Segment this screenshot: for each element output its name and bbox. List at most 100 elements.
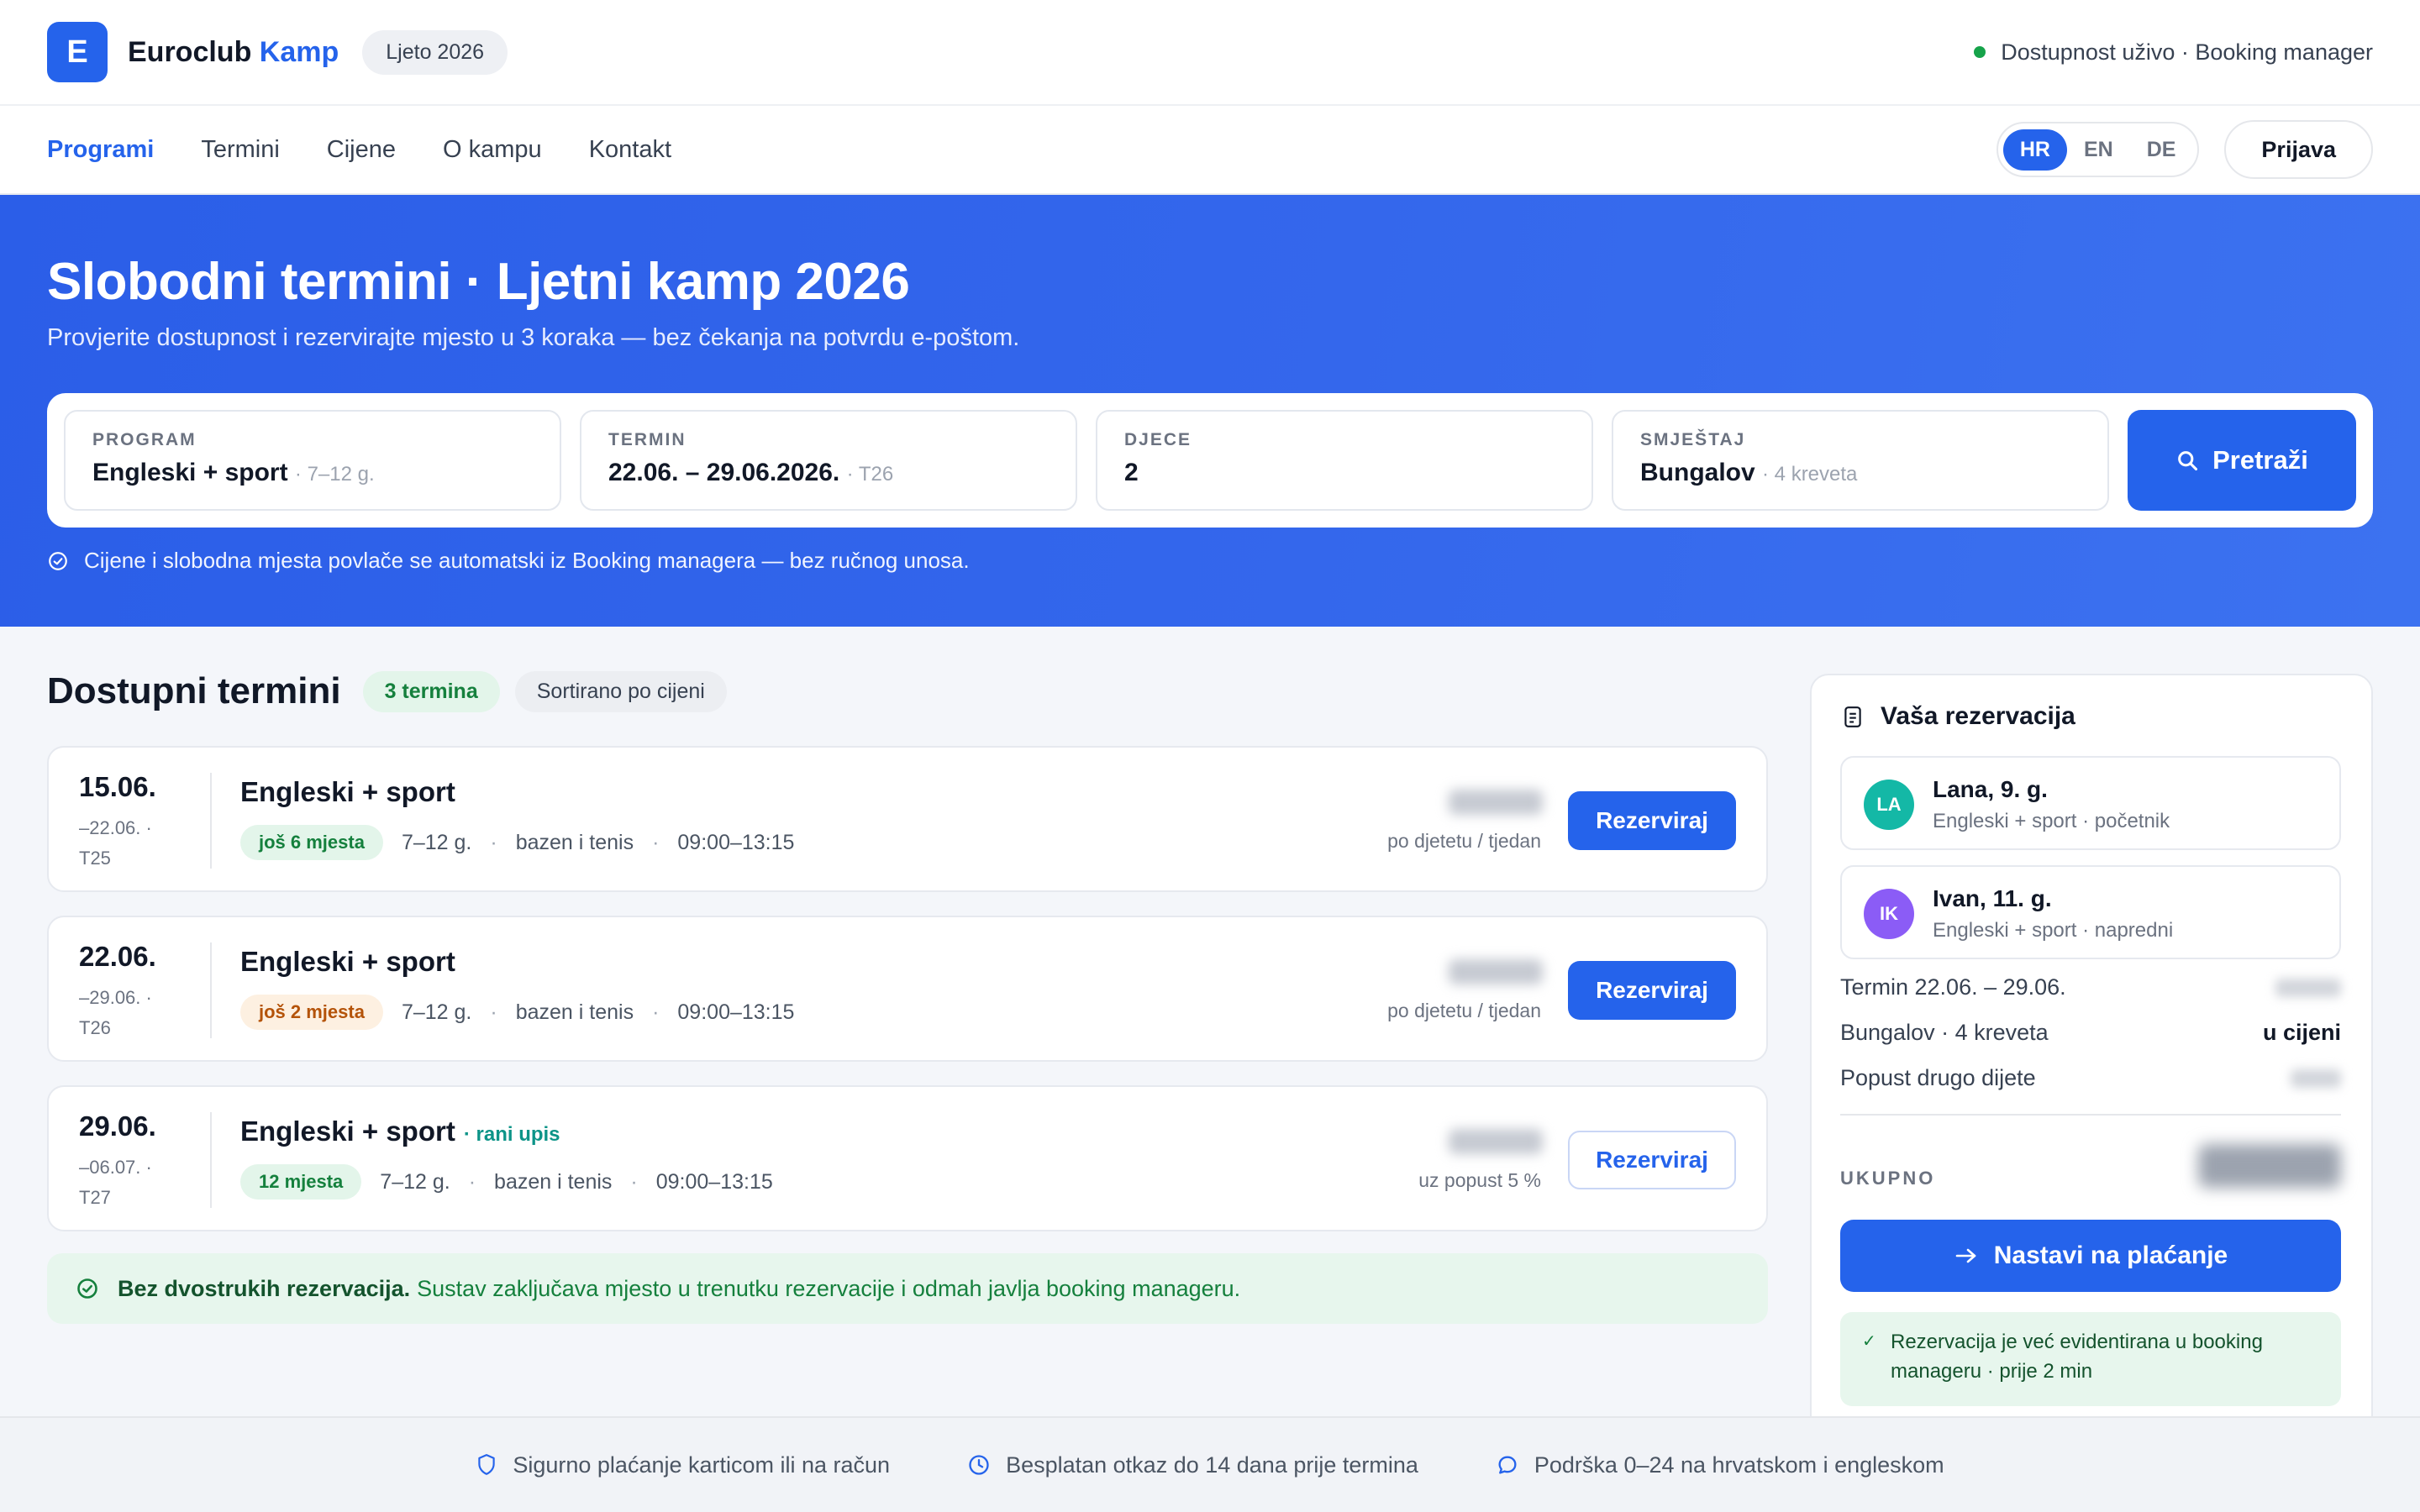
nav-item-o-kampu[interactable]: O kampu [443,136,542,164]
availability-badge: još 2 mjesta [240,995,383,1030]
price-blurred [1449,790,1543,815]
reservation-header: Vaša rezervacija [1842,702,2075,731]
term-program: Engleski + sport · rani upis [240,1116,560,1147]
shield-icon [478,1454,496,1475]
footer-trust-bar: Sigurno plaćanje karticom ili na račun B… [0,1416,2420,1512]
term-card: 29.06. –06.07. · T27 Engleski + sport · ra… [47,1085,1768,1231]
brand-primary: Euroclub [128,35,252,68]
avatar: LA [1864,780,1914,830]
separator: · [490,1000,497,1024]
lang-hr[interactable]: HR [2002,129,2067,171]
footer-text: Sigurno plaćanje karticom ili na račun [513,1452,891,1478]
children-value: 2 [1124,459,1139,486]
term-hours: 09:00–13:15 [655,1169,773,1194]
live-status-text: Dostupnost uživo · Booking manager [2001,39,2373,65]
term-start-date: 29.06. [79,1110,156,1142]
login-button[interactable]: Prijava [2224,120,2373,179]
separator: · [468,1169,476,1194]
search-button[interactable]: Pretraži [2128,410,2356,511]
footer-text: Podrška 0–24 na hrvatskom i engleskom [1534,1452,1944,1478]
price-blurred [1449,959,1543,984]
term-activity: bazen i tenis [494,1169,613,1194]
check-icon: ✓ [1862,1332,1876,1351]
nav-item-termini[interactable]: Termini [201,136,279,164]
term-activity: bazen i tenis [515,830,634,854]
season-badge: Ljeto 2026 [362,29,508,75]
nav-item-kontakt[interactable]: Kontakt [589,136,671,164]
accommodation-select[interactable]: SMJEŠTAJ Bungalov · 4 kreveta [1612,410,2109,511]
book-button[interactable]: Rezerviraj [1568,1131,1736,1189]
summary-line-discount: Popust drugo dijete [1840,1065,2341,1091]
sync-note-text: Cijene i slobodna mjesta povlače se auto… [84,548,970,573]
term-label: TERMIN [608,430,687,449]
search-button-label: Pretraži [2212,445,2308,475]
term-age: 7–12 g. [401,1000,472,1024]
sort-badge[interactable]: Sortirano po cijeni [514,670,727,712]
clock-icon [969,1455,989,1475]
brand-accent: Kamp [259,35,339,68]
term-activity: bazen i tenis [515,1000,634,1024]
child-name: Ivan, 11. g. [1933,885,2052,911]
clipboard-icon [1844,706,1861,727]
price-note: po djetetu / tjedan [1387,830,1541,852]
total-label: UKUPNO [1840,1168,1936,1189]
chat-icon [1498,1456,1517,1474]
availability-badge: još 6 mjesta [240,825,383,860]
program-value: Engleski + sport [92,459,288,486]
nav-item-programi[interactable]: Programi [47,136,154,164]
proceed-to-payment-button[interactable]: Nastavi na plaćanje [1840,1220,2341,1292]
child-name: Lana, 9. g. [1933,776,2048,802]
summary-label: Termin 22.06. – 29.06. [1840,974,2066,1000]
hero-section: Slobodni termini · Ljetni kamp 2026 Prov… [0,195,2420,627]
program-select[interactable]: PROGRAM Engleski + sport · 7–12 g. [64,410,561,511]
term-meta: 12 mjesta 7–12 g. · bazen i tenis · 09:0… [240,1164,773,1200]
term-program: Engleski + sport [240,946,455,978]
notice-strong: Bez dvostrukih rezervacija. [118,1275,411,1301]
reservation-title: Vaša rezervacija [1881,702,2075,730]
results-header: Dostupni termini 3 termina Sortirano po … [47,670,727,712]
accommodation-value: Bungalov [1640,459,1755,486]
term-meta: još 6 mjesta 7–12 g. · bazen i tenis · 0… [240,825,794,860]
hero-subtitle: Provjerite dostupnost i rezervirajte mje… [47,324,1020,351]
child-detail: Engleski + sport · početnik [1933,810,2170,832]
term-code: T26 [79,1017,111,1038]
check-circle-icon [49,551,67,570]
term-start-date: 15.06. [79,771,156,802]
divider [210,773,212,869]
book-button[interactable]: Rezerviraj [1568,791,1736,850]
divider [210,942,212,1038]
separator: · [630,1169,638,1194]
book-button[interactable]: Rezerviraj [1568,961,1736,1020]
term-age: 7–12 g. [401,830,472,854]
proceed-to-payment-label: Nastavi na plaćanje [1993,1242,2228,1269]
nav-item-cijene[interactable]: Cijene [327,136,396,164]
term-code: T25 [79,848,111,869]
term-value: 22.06. – 29.06.2026. [608,459,840,486]
program-label: PROGRAM [92,430,197,449]
hero-title: Slobodni termini · Ljetni kamp 2026 [47,253,910,311]
total-price-blurred [2198,1144,2341,1188]
brand-name[interactable]: Euroclub Kamp [128,36,339,69]
term-card: 15.06. –22.06. · T25 Engleski + sport još… [47,746,1768,892]
term-code: T27 [79,1187,111,1208]
price-note: uz popust 5 % [1418,1169,1541,1191]
lang-en[interactable]: EN [2067,129,2130,171]
availability-badge: 12 mjesta [240,1164,362,1200]
child-card[interactable]: LA Lana, 9. g. Engleski + sport · početn… [1840,756,2341,850]
child-card[interactable]: IK Ivan, 11. g. Engleski + sport · napre… [1840,865,2341,959]
footer-item-payment: Sigurno plaćanje karticom ili na račun [476,1452,890,1478]
live-dot-icon [1974,46,1986,58]
term-date: 29.06. –06.07. · T27 [79,1110,180,1213]
results-count-badge: 3 termina [362,670,500,712]
children-count-field[interactable]: DJECE 2 [1096,410,1593,511]
price-blurred [2291,1068,2341,1088]
search-icon [2178,451,2198,471]
term-end-date: –29.06. · [79,987,152,1008]
term-select[interactable]: TERMIN 22.06. – 29.06.2026. · T26 [580,410,1077,511]
term-date: 22.06. –29.06. · T26 [79,941,180,1043]
term-start-date: 22.06. [79,941,156,972]
logo-icon[interactable]: E [47,22,108,82]
lang-de[interactable]: DE [2130,129,2193,171]
term-program-name: Engleski + sport [240,946,455,977]
search-panel: PROGRAM Engleski + sport · 7–12 g. TERMI… [47,393,2373,528]
